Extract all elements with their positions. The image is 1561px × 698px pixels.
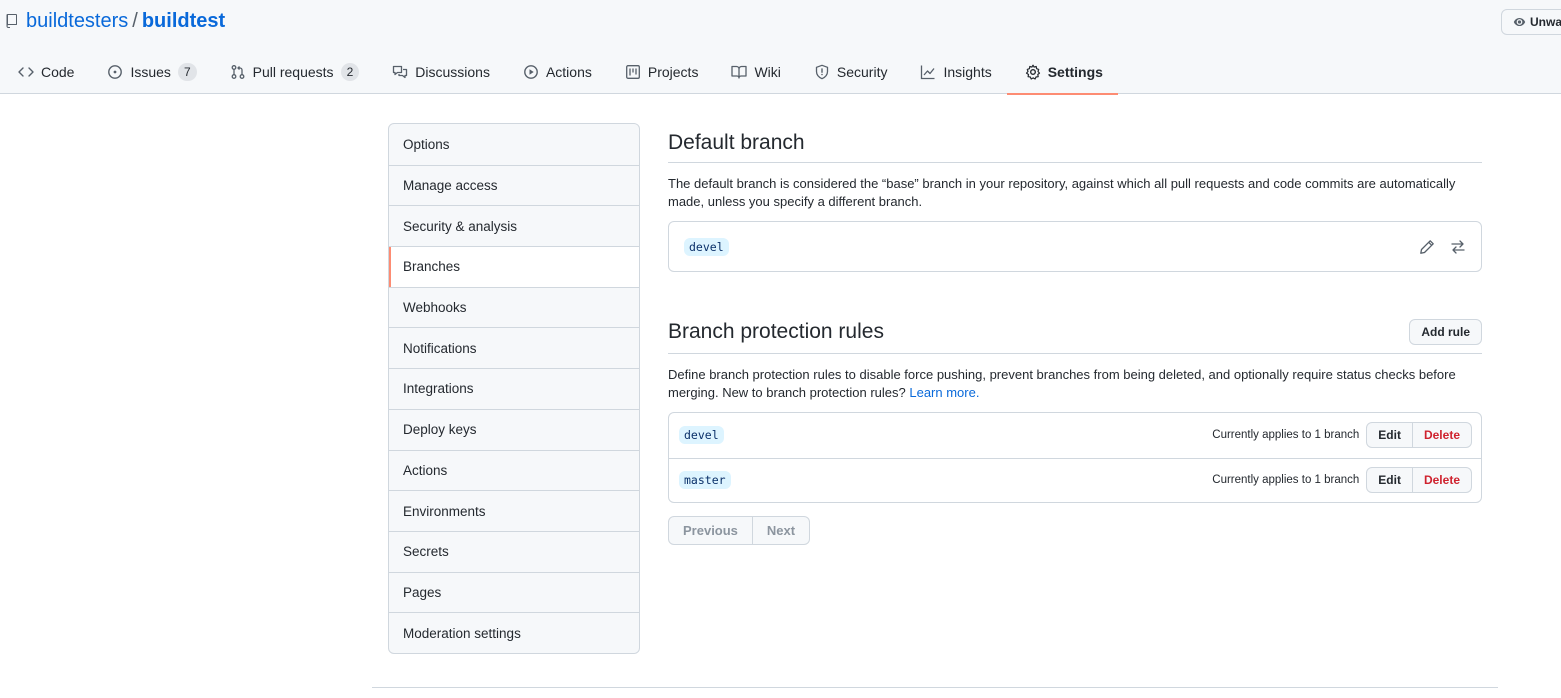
rule-applies-text: Currently applies to 1 branch (1212, 429, 1360, 442)
issue-icon (108, 65, 123, 79)
table-row: master Currently applies to 1 branch Edi… (669, 457, 1481, 503)
default-branch-name: devel (684, 237, 729, 256)
pull-request-icon (231, 65, 245, 79)
delete-rule-button[interactable]: Delete (1412, 422, 1472, 449)
next-page-button[interactable]: Next (752, 516, 811, 545)
tab-label: Insights (943, 64, 992, 80)
tab-pull-requests[interactable]: Pull requests 2 (212, 53, 375, 91)
repo-title: buildtesters / buildtest (6, 10, 225, 32)
protection-rules-title: Branch protection rules (668, 320, 884, 343)
repo-header: buildtesters / buildtest Unwatch Code Is… (0, 0, 1561, 95)
footer-divider (372, 687, 1498, 688)
rule-actions: Currently applies to 1 branch Edit Delet… (1212, 467, 1472, 494)
default-branch-description: The default branch is considered the “ba… (668, 176, 1456, 209)
sidebar-item-actions[interactable]: Actions (389, 449, 639, 491)
add-rule-button[interactable]: Add rule (1409, 319, 1482, 345)
pagination: Previous Next (668, 516, 811, 545)
tab-actions[interactable]: Actions (505, 53, 607, 91)
default-branch-title: Default branch (668, 130, 805, 154)
tab-label: Issues (130, 64, 171, 80)
tab-insights[interactable]: Insights (902, 53, 1006, 91)
tab-label: Projects (647, 64, 699, 80)
tab-wiki[interactable]: Wiki (713, 53, 795, 91)
learn-more-link[interactable]: Learn more. (909, 385, 979, 400)
sidebar-item-pages[interactable]: Pages (389, 571, 639, 613)
play-icon (524, 65, 538, 79)
rename-branch-button[interactable] (1419, 239, 1435, 255)
arrow-switch-icon (1451, 239, 1465, 254)
pull-requests-counter: 2 (340, 63, 360, 81)
sidebar-item-integrations[interactable]: Integrations (389, 368, 639, 409)
rule-branch-name: master (679, 471, 731, 490)
repo-icon (6, 13, 18, 29)
delete-rule-button[interactable]: Delete (1412, 467, 1472, 494)
edit-rule-button[interactable]: Edit (1366, 467, 1413, 494)
tab-issues[interactable]: Issues 7 (89, 53, 211, 91)
protection-rules-description: Define branch protection rules to disabl… (668, 366, 1482, 402)
book-icon (731, 65, 748, 79)
tab-label: Settings (1047, 64, 1103, 80)
settings-sidebar: Options Manage access Security & analysi… (388, 123, 640, 654)
issues-counter: 7 (177, 63, 197, 81)
protection-description-text: Define branch protection rules to disabl… (668, 367, 1456, 400)
sidebar-item-moderation-settings[interactable]: Moderation settings (389, 612, 639, 653)
tab-security[interactable]: Security (796, 53, 903, 91)
gear-icon (1025, 64, 1040, 80)
rule-button-group: Edit Delete (1366, 467, 1472, 494)
discussion-icon (393, 65, 408, 79)
edit-rule-button[interactable]: Edit (1366, 422, 1413, 449)
tab-settings[interactable]: Settings (1006, 53, 1119, 95)
protection-rules-header: Branch protection rules Add rule (668, 311, 1482, 354)
default-branch-header: Default branch (668, 123, 1482, 163)
tab-discussions[interactable]: Discussions (374, 53, 505, 91)
repo-separator: / (132, 9, 138, 32)
eye-icon (1513, 17, 1526, 27)
sidebar-item-secrets[interactable]: Secrets (389, 530, 639, 572)
default-branch-actions (1419, 239, 1466, 255)
previous-page-button[interactable]: Previous (668, 516, 753, 545)
tab-label: Discussions (415, 64, 490, 80)
shield-icon (815, 64, 829, 80)
protection-rules-list: devel Currently applies to 1 branch Edit… (668, 412, 1482, 503)
sidebar-item-security-analysis[interactable]: Security & analysis (389, 205, 639, 246)
repo-nav-tabs: Code Issues 7 Pull requests 2 Discussion… (0, 52, 1119, 95)
sidebar-item-webhooks[interactable]: Webhooks (389, 286, 639, 328)
sidebar-item-branches[interactable]: Branches (389, 246, 639, 287)
repo-owner-link[interactable]: buildtesters (26, 10, 128, 33)
sidebar-item-manage-access[interactable]: Manage access (389, 164, 639, 206)
table-row: devel Currently applies to 1 branch Edit… (669, 413, 1481, 458)
graph-icon (921, 65, 935, 80)
tab-projects[interactable]: Projects (607, 53, 714, 91)
sidebar-item-deploy-keys[interactable]: Deploy keys (389, 408, 639, 450)
tab-label: Code (41, 64, 75, 80)
pencil-icon (1420, 239, 1434, 254)
tab-label: Pull requests (252, 64, 334, 80)
default-branch-box: devel (668, 221, 1482, 272)
sidebar-item-options[interactable]: Options (389, 124, 639, 165)
unwatch-button[interactable]: Unwatch (1501, 9, 1561, 35)
project-icon (625, 65, 640, 79)
rule-applies-text: Currently applies to 1 branch (1212, 474, 1360, 487)
sidebar-item-notifications[interactable]: Notifications (389, 327, 639, 368)
switch-branch-button[interactable] (1450, 239, 1466, 255)
unwatch-label: Unwatch (1529, 15, 1561, 29)
rule-branch-name: devel (679, 426, 724, 445)
tab-code[interactable]: Code (0, 53, 89, 91)
tab-label: Wiki (754, 64, 781, 80)
settings-main: Default branch The default branch is con… (668, 123, 1482, 545)
rule-button-group: Edit Delete (1366, 422, 1472, 449)
tab-label: Actions (545, 64, 592, 80)
repo-name-link[interactable]: buildtest (142, 10, 225, 33)
sidebar-item-environments[interactable]: Environments (389, 490, 639, 531)
tab-label: Security (836, 64, 888, 80)
rule-actions: Currently applies to 1 branch Edit Delet… (1212, 422, 1472, 449)
code-icon (18, 67, 34, 77)
